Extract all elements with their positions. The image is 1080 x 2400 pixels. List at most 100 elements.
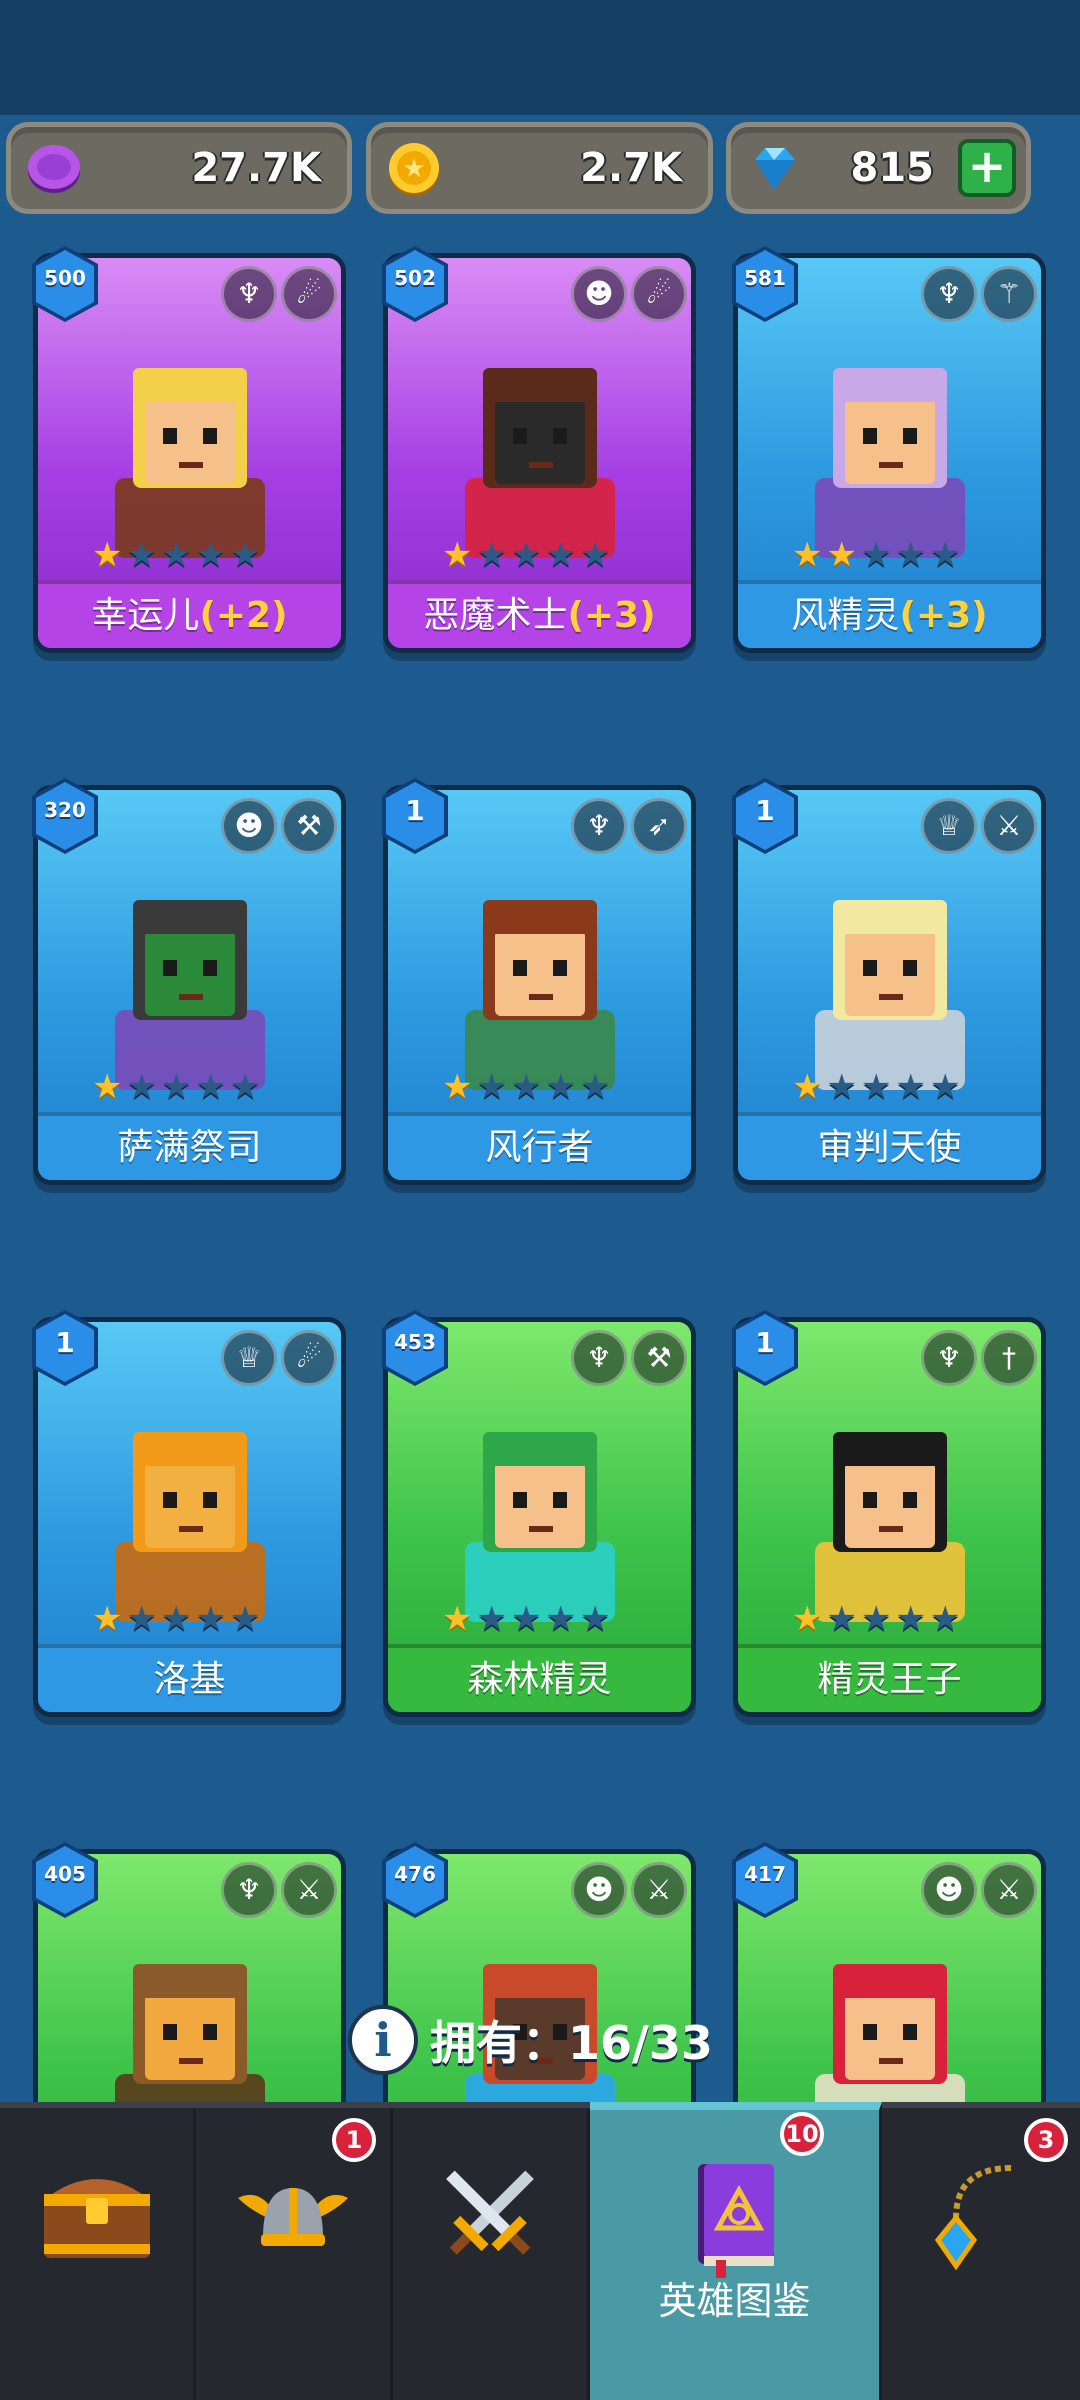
star-icon: ★	[510, 1067, 542, 1107]
star-icon: ★	[476, 535, 507, 575]
sword-role-icon: ⚔	[281, 1862, 337, 1918]
winged-helmet-icon	[238, 2188, 348, 2246]
star-icon: ★	[126, 1599, 157, 1639]
star-icon: ★	[929, 1067, 961, 1107]
star-icon: ★	[895, 1599, 926, 1639]
hero-portrait	[814, 368, 965, 558]
elf-race-icon: ♆	[571, 798, 627, 854]
elf-race-icon: ♆	[921, 1330, 977, 1386]
hero-card[interactable]: ★ ★ ★ ★ ★ 幸运儿(+2) 500 ♆ ☄	[32, 246, 346, 653]
level-badge: 417	[728, 1840, 802, 1920]
nav-equipment-badge: 3	[1024, 2118, 1068, 2162]
hero-level: 500	[44, 266, 86, 290]
star-icon: ★	[929, 1599, 961, 1639]
level-badge: 453	[378, 1308, 452, 1388]
star-icon: ★	[860, 1599, 892, 1639]
hero-level: 453	[394, 1330, 436, 1354]
owned-label: 拥有：	[430, 2016, 568, 2070]
level-badge: 320	[28, 776, 102, 856]
elf-race-icon: ♆	[921, 266, 977, 322]
star-icon: ★	[195, 535, 226, 575]
hero-portrait	[814, 900, 965, 1090]
nav-hero-book-label: 英雄图鉴	[658, 2279, 811, 2323]
star-icon: ★	[579, 1067, 611, 1107]
info-icon[interactable]: i	[348, 2005, 418, 2075]
level-badge: 476	[378, 1840, 452, 1920]
hero-portrait	[464, 1432, 615, 1622]
star-icon: ★	[92, 1067, 123, 1107]
star-icon: ★	[229, 1067, 261, 1107]
nav-chest[interactable]	[0, 2108, 196, 2400]
star-icon: ★	[579, 1599, 611, 1639]
hero-level: 1	[755, 794, 775, 827]
hero-stars: ★★★★★	[442, 1602, 610, 1636]
orc-race-icon: ☻	[921, 1862, 977, 1918]
star-icon: ★	[929, 535, 961, 575]
star-icon: ★	[579, 535, 611, 575]
gold-coin-value: 2.7K	[580, 145, 682, 191]
hero-stars: ★★★★★	[792, 1602, 960, 1636]
nav-hero-book-badge: 10	[780, 2112, 824, 2156]
status-bar-area	[0, 0, 1080, 115]
hero-card[interactable]: ★ ★ ★ ★ ★ 森林精灵 453 ♆ ⚒	[382, 1310, 696, 1717]
hero-card[interactable]: ★ ★ ★ ★ ★ 洛基 1 ♕ ☄	[32, 1310, 346, 1717]
hero-stars: ★★★★★	[792, 538, 960, 572]
hero-stars: ★★★★★	[792, 1070, 960, 1104]
hammer-role-icon: ⚒	[631, 1330, 687, 1386]
hero-card[interactable]: ★ ★ ★ ★ ★ 萨满祭司 320 ☻ ⚒	[32, 778, 346, 1185]
level-badge: 1	[28, 1308, 102, 1388]
star-icon: ★	[92, 1599, 123, 1639]
nav-battle[interactable]	[393, 2108, 590, 2400]
crossed-swords-icon	[446, 2170, 534, 2255]
hero-portrait	[814, 1432, 965, 1622]
spirit-role-icon: ☄	[281, 1330, 337, 1386]
star-icon: ★	[476, 1067, 507, 1107]
level-badge: 581	[728, 244, 802, 324]
hero-level: 417	[744, 1862, 786, 1886]
staff-role-icon: ⚚	[981, 266, 1037, 322]
gem-value: 815	[850, 145, 935, 191]
gold-coin-counter[interactable]: ★ 2.7K	[366, 122, 713, 214]
purple-coin-icon	[28, 145, 80, 193]
orc-race-icon: ☻	[221, 798, 277, 854]
level-badge: 1	[378, 776, 452, 856]
star-icon: ★	[895, 1067, 926, 1107]
level-badge: 500	[28, 244, 102, 324]
star-icon: ★	[545, 1599, 576, 1639]
gem-counter[interactable]: 815 +	[726, 122, 1031, 214]
nav-hero-book[interactable]: 英雄图鉴 10	[590, 2102, 882, 2400]
nav-heroes-badge: 1	[332, 2118, 376, 2162]
hero-card[interactable]: ★ ★ ★ ★ ★ 恶魔术士(+3) 502 ☻ ☄	[382, 246, 696, 653]
star-icon: ★	[195, 1599, 226, 1639]
gem-icon	[755, 148, 795, 190]
purple-coin-counter[interactable]: 27.7K	[6, 122, 352, 214]
star-icon: ★	[860, 535, 892, 575]
hero-card[interactable]: ★ ★ ★ ★ ★ 风行者 1 ♆ ➶	[382, 778, 696, 1185]
hero-portrait	[114, 1432, 265, 1622]
hero-name: 森林精灵	[467, 1659, 612, 1700]
nav-heroes[interactable]: 1	[196, 2108, 393, 2400]
hero-card[interactable]: ★ ★ ★ ★ ★ 精灵王子 1 ♆ †	[732, 1310, 1046, 1717]
star-icon: ★	[826, 535, 857, 575]
winged-race-icon: ♕	[221, 1330, 277, 1386]
hero-bonus: (+3)	[567, 595, 656, 636]
hero-card[interactable]: ★ ★ ★ ★ ★ 审判天使 1 ♕ ⚔	[732, 778, 1046, 1185]
hero-bonus: (+2)	[199, 595, 288, 636]
hero-bonus: (+3)	[899, 595, 988, 636]
hero-stars: ★★★★★	[92, 538, 260, 572]
hero-level: 476	[394, 1862, 436, 1886]
orc-race-icon: ☻	[571, 266, 627, 322]
hero-name: 萨满祭司	[117, 1127, 262, 1168]
nav-equipment[interactable]: 3	[882, 2108, 1080, 2400]
hero-stars: ★★★★★	[92, 1602, 260, 1636]
star-icon: ★	[160, 535, 192, 575]
hero-level: 581	[744, 266, 786, 290]
add-gems-button[interactable]: +	[958, 139, 1016, 197]
star-icon: ★	[826, 1599, 857, 1639]
svg-text:★: ★	[402, 154, 425, 184]
star-icon: ★	[92, 535, 123, 575]
amulet-icon	[934, 2165, 1012, 2271]
star-icon: ★	[476, 1599, 507, 1639]
hero-card[interactable]: ★ ★ ★ ★ ★ 风精灵(+3) 581 ♆ ⚚	[732, 246, 1046, 653]
hero-book-icon	[697, 2164, 774, 2278]
